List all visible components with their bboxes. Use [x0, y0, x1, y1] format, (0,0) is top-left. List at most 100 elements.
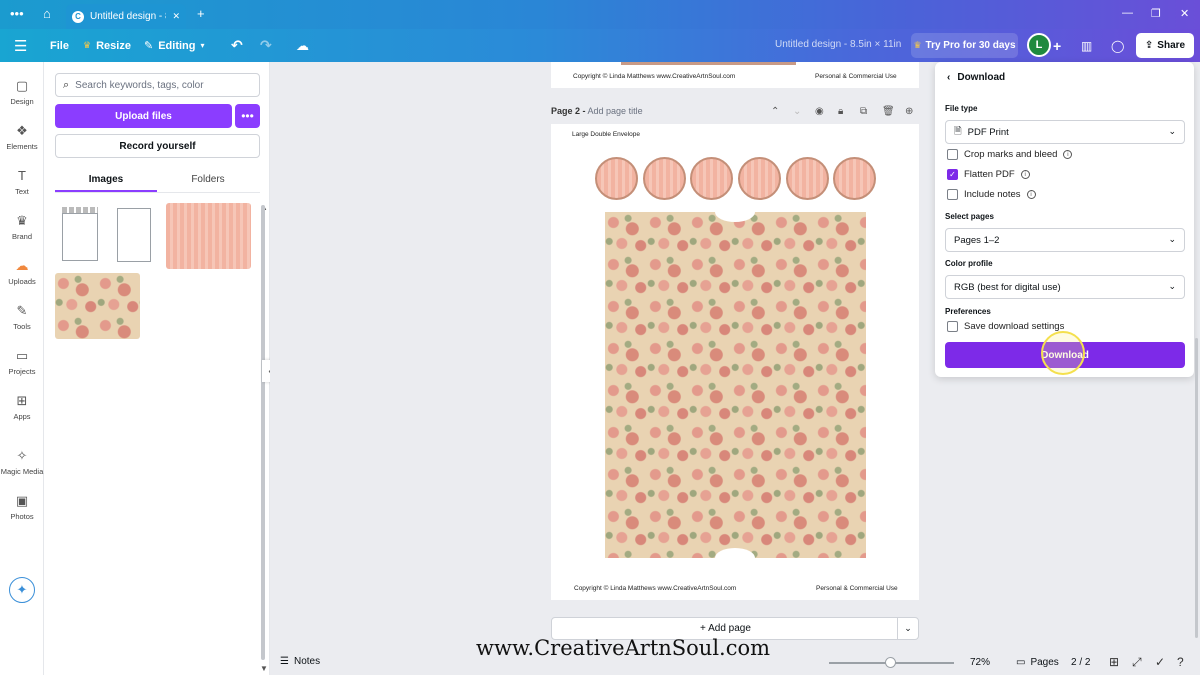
- hide-page-icon[interactable]: ◉: [815, 106, 824, 117]
- close-tab-icon[interactable]: ✕: [172, 11, 180, 22]
- tab-images[interactable]: Images: [55, 168, 157, 192]
- upload-more-button[interactable]: •••: [235, 104, 260, 128]
- rail-item-photos[interactable]: ▣ Photos: [0, 493, 44, 521]
- tag-circle[interactable]: [690, 157, 733, 200]
- chevron-down-icon[interactable]: ⌄: [793, 106, 801, 117]
- flatten-pdf-checkbox[interactable]: ✓: [947, 169, 958, 180]
- apps-icon: ⊞: [16, 393, 28, 408]
- back-arrow-icon[interactable]: ‹: [947, 72, 950, 83]
- cloud-save-icon[interactable]: ☁: [296, 29, 309, 62]
- rail-item-text[interactable]: T Text: [0, 168, 44, 196]
- fullscreen-icon[interactable]: ⤢: [1132, 655, 1142, 670]
- notes-button[interactable]: ☰ Notes: [280, 656, 320, 667]
- rail-item-apps[interactable]: ⊞ Apps: [0, 393, 44, 421]
- rail-item-tools[interactable]: ✎ Tools: [0, 303, 44, 331]
- include-notes-option[interactable]: Include notes i: [947, 189, 1036, 200]
- scroll-down-icon[interactable]: ▼: [260, 664, 268, 673]
- info-icon[interactable]: i: [1026, 190, 1036, 199]
- include-notes-checkbox[interactable]: [947, 189, 958, 200]
- rail-item-label: Brand: [11, 232, 32, 241]
- share-button[interactable]: ⇪ Share: [1136, 33, 1194, 58]
- pages-button[interactable]: ▭ Pages: [1016, 657, 1059, 668]
- flatten-pdf-option[interactable]: ✓ Flatten PDF i: [947, 169, 1030, 180]
- download-header[interactable]: ‹ Download: [947, 72, 1005, 83]
- save-settings-checkbox[interactable]: [947, 321, 958, 332]
- resize-button[interactable]: ♛ Resize: [83, 29, 131, 62]
- add-collaborator-icon[interactable]: +: [1053, 29, 1061, 62]
- add-page-dropdown[interactable]: ⌄: [897, 618, 918, 639]
- minimize-icon[interactable]: —: [1122, 7, 1133, 19]
- rail-item-label: Magic Media: [0, 467, 44, 476]
- tab-folders[interactable]: Folders: [157, 168, 259, 192]
- rail-item-magic-media[interactable]: ✧ Magic Media: [0, 448, 44, 476]
- select-pages-dropdown[interactable]: Pages 1–2 ⌄: [945, 228, 1185, 252]
- upload-files-button[interactable]: Upload files: [55, 104, 232, 128]
- close-window-icon[interactable]: ✕: [1180, 7, 1189, 20]
- zoom-slider-handle[interactable]: [885, 657, 896, 668]
- envelope-template-thumbnail[interactable]: [110, 203, 158, 269]
- record-yourself-button[interactable]: Record yourself: [55, 134, 260, 158]
- envelope-template-thumbnail[interactable]: [55, 203, 103, 269]
- zoom-level[interactable]: 72%: [970, 657, 990, 668]
- floral-envelope-panel[interactable]: [605, 202, 866, 568]
- hamburger-menu-icon[interactable]: ☰: [14, 29, 27, 62]
- info-icon[interactable]: i: [1063, 150, 1073, 159]
- file-type-select[interactable]: 🗎︎ PDF Print ⌄: [945, 120, 1185, 144]
- chevron-up-icon[interactable]: ⌃: [771, 106, 779, 117]
- rail-item-label: Projects: [8, 367, 36, 376]
- editing-mode-button[interactable]: ✎ Editing ▾: [144, 29, 205, 62]
- add-page-icon[interactable]: ⊕: [905, 106, 913, 117]
- page-count: 2 / 2: [1071, 657, 1091, 668]
- file-menu-button[interactable]: File: [50, 29, 69, 62]
- home-icon[interactable]: ⌂: [43, 6, 51, 22]
- restore-icon[interactable]: ❐: [1151, 7, 1161, 20]
- crown-icon: ♛: [83, 40, 92, 50]
- save-settings-option[interactable]: Save download settings: [947, 321, 1064, 332]
- new-tab-icon[interactable]: +: [197, 6, 205, 22]
- crop-marks-option[interactable]: Crop marks and bleed i: [947, 149, 1073, 160]
- panel-scrollbar[interactable]: [261, 205, 265, 660]
- comment-icon[interactable]: ◯: [1111, 29, 1124, 62]
- browser-tab[interactable]: C Untitled design - 8... ✕: [66, 4, 186, 29]
- striped-paper-thumbnail[interactable]: [166, 203, 251, 269]
- rail-item-elements[interactable]: ❖ Elements: [0, 123, 44, 151]
- rail-item-uploads[interactable]: ☁ Uploads: [0, 258, 44, 286]
- magic-assistant-icon[interactable]: ✦: [9, 577, 35, 603]
- floral-paper-thumbnail[interactable]: [55, 273, 140, 339]
- page-1-art-edge: [621, 62, 796, 65]
- duplicate-page-icon[interactable]: ⧉: [860, 106, 867, 117]
- color-profile-dropdown[interactable]: RGB (best for digital use) ⌄: [945, 275, 1185, 299]
- info-icon[interactable]: i: [1020, 170, 1030, 179]
- search-input[interactable]: ⌕ Search keywords, tags, color: [55, 73, 260, 97]
- lock-icon[interactable]: 🔒︎: [838, 106, 843, 117]
- tag-circle[interactable]: [738, 157, 781, 200]
- tag-circle[interactable]: [595, 157, 638, 200]
- document-title[interactable]: Untitled design - 8.5in × 11in: [775, 39, 901, 50]
- undo-icon[interactable]: ↶: [231, 29, 243, 62]
- delete-page-icon[interactable]: 🗑︎: [882, 106, 895, 117]
- page-title-input[interactable]: Add page title: [588, 106, 643, 116]
- rail-item-brand[interactable]: ♛ Brand: [0, 213, 44, 241]
- tag-circle[interactable]: [643, 157, 686, 200]
- browser-menu-icon[interactable]: •••: [10, 6, 24, 22]
- rail-item-design[interactable]: ▢ Design: [0, 78, 44, 106]
- canvas-scrollbar[interactable]: [1195, 338, 1198, 638]
- tag-circle[interactable]: [833, 157, 876, 200]
- avatar[interactable]: L: [1027, 33, 1051, 57]
- tag-circle[interactable]: [786, 157, 829, 200]
- footer-bar: ☰ Notes www.CreativeArtnSoul.com 72% ▭ P…: [270, 636, 1200, 675]
- redo-icon[interactable]: ↷: [260, 29, 272, 62]
- crop-marks-checkbox[interactable]: [947, 149, 958, 160]
- elements-icon: ❖: [16, 123, 28, 138]
- help-icon[interactable]: ?: [1177, 655, 1184, 669]
- page-2[interactable]: Large Double Envelope Copyright © Linda …: [551, 124, 919, 600]
- page-2-label: Page 2 -: [551, 106, 586, 116]
- check-status-icon[interactable]: ✓: [1155, 655, 1165, 669]
- rail-item-projects[interactable]: ▭ Projects: [0, 348, 44, 376]
- grid-view-icon[interactable]: ⊞: [1109, 655, 1119, 669]
- pages-icon: ▭: [1016, 657, 1026, 668]
- try-pro-button[interactable]: ♛ Try Pro for 30 days: [911, 33, 1018, 58]
- envelope-outline: [117, 208, 151, 262]
- rail-item-label: Uploads: [8, 277, 36, 286]
- insights-chart-icon[interactable]: ▥: [1081, 29, 1092, 62]
